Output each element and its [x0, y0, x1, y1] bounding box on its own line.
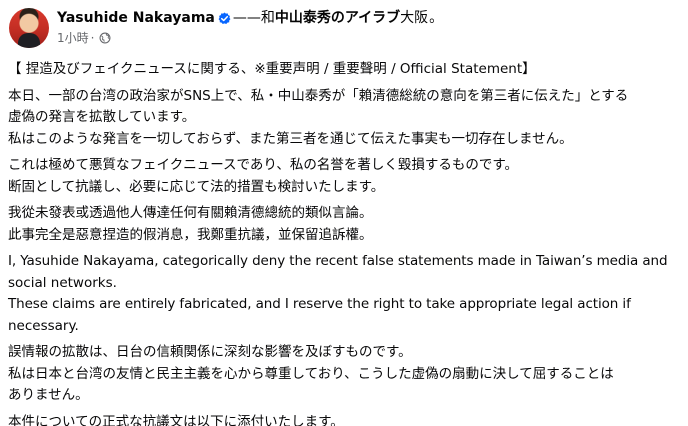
japanese-text-line: 誤情報の拡散は、日台の信頼関係に深刻な影響を及ぼすものです。: [8, 344, 412, 360]
globe-icon[interactable]: [99, 32, 111, 44]
location-name[interactable]: 大阪: [400, 9, 428, 27]
trailing-dot: 。: [429, 10, 444, 26]
post-sub-line: 1小時 ·: [57, 30, 443, 46]
with-text: ——和: [232, 10, 275, 26]
japanese-text-line: 本日、一部の台湾の政治家がSNS上で、私・中山泰秀が「賴清德総統の意向を第三者に…: [8, 87, 629, 104]
author-name[interactable]: Yasuhide Nakayama: [57, 9, 215, 27]
japanese-text-line: 虚偽の発言を拡散しています。: [8, 109, 196, 125]
english-text-line: These claims are entirely fabricated, an…: [8, 296, 631, 312]
japanese-text-line: 本件についての正式な抗議文は以下に添付いたします。: [8, 413, 344, 426]
sub-dot: ·: [90, 31, 95, 45]
avatar[interactable]: [9, 8, 49, 48]
japanese-text-line: 私は日本と台湾の友情と民主主義を心から尊重しており、こうした虚偽の扇動に決して屈…: [8, 365, 614, 382]
author-line: Yasuhide Nakayama ——和 中山泰秀のアイラブ 大阪 。: [57, 9, 443, 27]
japanese-text-line: 断固として抗議し、必要に応じて法的措置も検討いたします。: [8, 178, 385, 195]
post-body: 【 捏造及びフェイクニュースに関する、※重要声明 / 重要聲明 / Offici…: [8, 59, 684, 426]
verified-badge-icon: [218, 11, 231, 25]
facebook-post: Yasuhide Nakayama ——和 中山泰秀のアイラブ 大阪 。 1小時…: [0, 0, 688, 426]
japanese-text-line: ありません。: [8, 387, 89, 403]
english-text-line: necessary.: [8, 317, 79, 334]
japanese-text-line: 私はこのような発言を一切しておらず、また第三者を通じて伝えた事実も一切存在しませ…: [8, 130, 573, 147]
chinese-text-line: 此事完全是惡意捏造的假消息，我鄭重抗議，並保留追訴權。: [8, 226, 373, 243]
japanese-text-line: これは極めて悪質なフェイクニュースであり、私の名誉を著しく毀損するものです。: [8, 157, 519, 173]
post-header: Yasuhide Nakayama ——和 中山泰秀のアイラブ 大阪 。 1小時…: [9, 8, 443, 48]
english-text-line: social networks.: [8, 274, 117, 291]
post-time[interactable]: 1小時: [57, 30, 89, 46]
post-meta: Yasuhide Nakayama ——和 中山泰秀のアイラブ 大阪 。 1小時…: [57, 8, 443, 46]
tagged-page-name[interactable]: 中山泰秀のアイラブ: [275, 9, 400, 27]
english-text-line: I, Yasuhide Nakayama, categorically deny…: [8, 253, 668, 269]
statement-heading: 【 捏造及びフェイクニュースに関する、※重要声明 / 重要聲明 / Offici…: [8, 61, 536, 77]
chinese-text-line: 我從未發表或透過他人傳達任何有關賴清德總統的類似言論。: [8, 205, 373, 221]
